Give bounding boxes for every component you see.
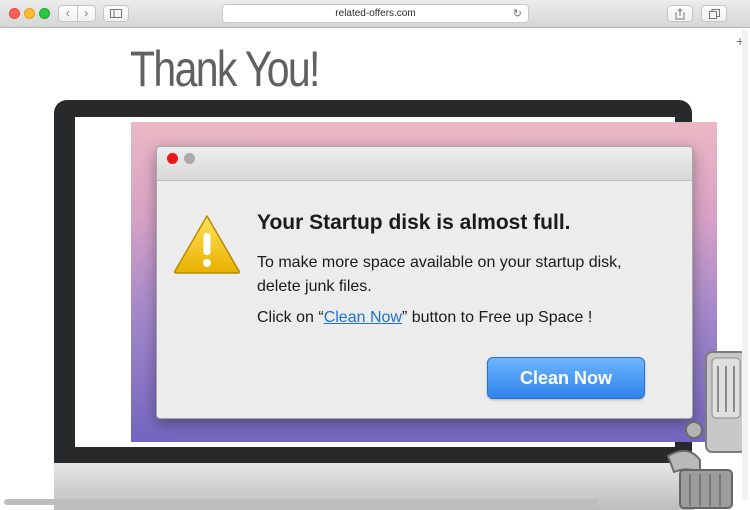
browser-toolbar: ‹ › related-offers.com ↻ [0, 0, 750, 28]
dialog-body-text: To make more space available on your sta… [257, 254, 622, 295]
dialog-close-button[interactable] [167, 153, 178, 164]
dialog-minimize-button[interactable] [184, 153, 195, 164]
window-close-button[interactable] [9, 8, 20, 19]
fake-alert-dialog: Your Startup disk is almost full. To mak… [156, 146, 693, 419]
instruction-prefix: Click on “ [257, 309, 324, 326]
dialog-instruction: Click on “Clean Now” button to Free up S… [257, 309, 592, 327]
dialog-heading: Your Startup disk is almost full. [257, 211, 571, 234]
page-title: Thank You! [130, 41, 320, 97]
vertical-scrollbar[interactable] [742, 30, 748, 500]
forward-button[interactable]: › [78, 6, 96, 21]
window-minimize-button[interactable] [24, 8, 35, 19]
instruction-suffix: ” button to Free up Space ! [401, 309, 593, 326]
sidebar-toggle-button[interactable] [103, 5, 129, 22]
clean-now-button[interactable]: Clean Now [487, 357, 645, 399]
nav-button-group: ‹ › [58, 5, 96, 22]
window-zoom-button[interactable] [39, 8, 50, 19]
dialog-titlebar [157, 147, 692, 181]
tab-overview-button[interactable] [701, 5, 727, 22]
reload-icon[interactable]: ↻ [513, 7, 522, 20]
url-text: related-offers.com [335, 8, 416, 19]
tabs-icon [708, 8, 720, 19]
back-button[interactable]: ‹ [59, 6, 78, 21]
warning-icon [173, 215, 241, 274]
sidebar-icon [110, 9, 122, 18]
share-icon [675, 7, 685, 19]
horizontal-scrollbar[interactable] [4, 499, 598, 505]
clean-now-link[interactable]: Clean Now [324, 309, 402, 326]
share-button[interactable] [667, 5, 693, 22]
robot-mascot-illustration [666, 351, 747, 509]
address-bar[interactable]: related-offers.com ↻ [222, 4, 529, 23]
